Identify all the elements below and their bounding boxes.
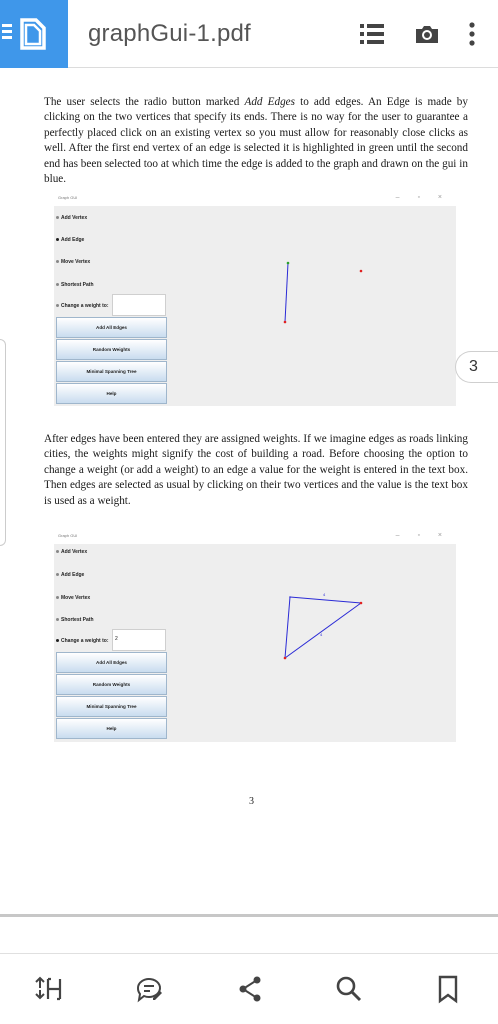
graph-edge [284,262,289,323]
bookmark-icon[interactable] [433,974,463,1004]
edge-weight-label: 4 [323,592,326,597]
list-icon[interactable] [358,20,386,48]
graph-edge [289,596,362,604]
graph-canvas[interactable] [54,194,456,406]
paragraph-add-edges: The user selects the radio button marked… [44,96,468,186]
document-end-divider [0,914,498,917]
graph-vertex[interactable] [359,601,363,605]
menu-file-icon[interactable] [0,0,68,68]
gui-screenshot-add-edge: Graph GUI – ▫ × Add Vertex Add Edge Move… [54,194,456,406]
scroll-handle[interactable] [0,339,6,546]
bottom-toolbar [0,953,498,1024]
share-icon[interactable] [235,974,265,1004]
graph-edge [284,602,362,659]
search-icon[interactable] [334,974,364,1004]
graph-edge [284,596,291,659]
gui-screenshot-change-weight: Graph GUI – ▫ × Add Vertex Add Edge Move… [54,532,456,742]
file-title: graphGui-1.pdf [88,20,251,47]
more-vertical-icon[interactable] [458,20,486,48]
camera-icon[interactable] [413,20,441,48]
pdf-page[interactable]: The user selects the radio button marked… [0,69,498,915]
page-indicator[interactable]: 3 [455,351,498,383]
edge-weight-label: 4 [320,632,323,637]
graph-vertex-selected[interactable] [286,261,290,265]
paragraph-weights: After edges have been entered they are a… [44,433,468,507]
graph-vertex[interactable] [289,596,291,598]
graph-vertex[interactable] [359,269,363,273]
graph-canvas[interactable]: 4 4 [54,532,456,742]
page-number: 3 [249,796,254,807]
reflow-icon[interactable] [34,974,64,1004]
comment-icon[interactable] [134,974,164,1004]
graph-vertex[interactable] [283,320,287,324]
app-bar: graphGui-1.pdf [0,0,498,68]
graph-vertex[interactable] [283,656,287,660]
